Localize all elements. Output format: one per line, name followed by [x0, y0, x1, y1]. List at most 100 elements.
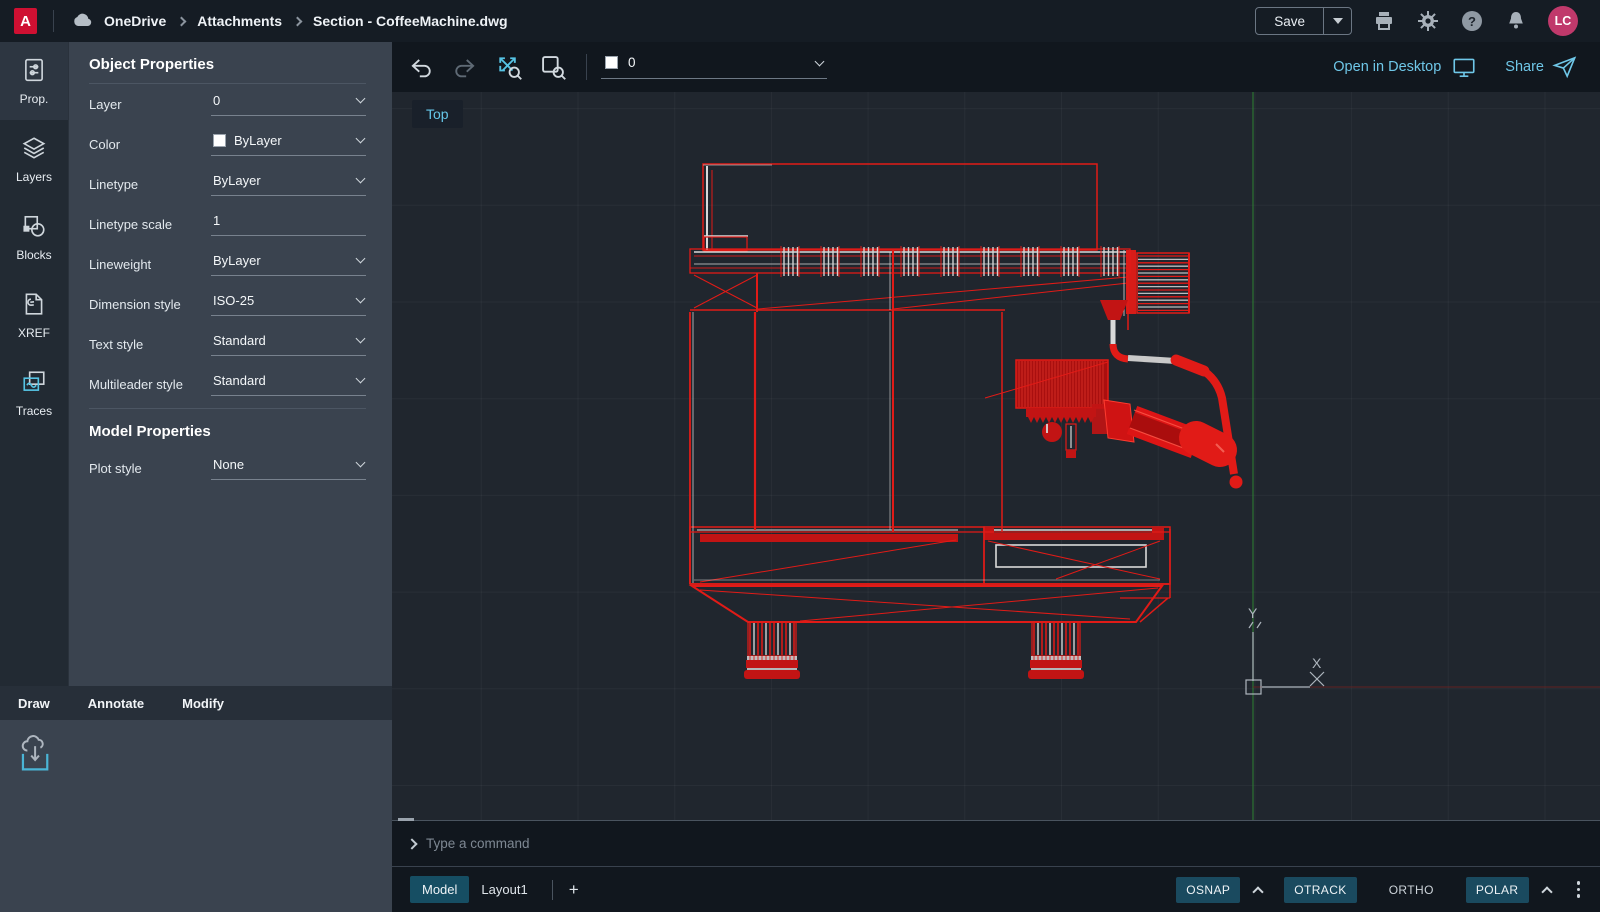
chevron-down-icon	[356, 334, 366, 344]
cad-drawing[interactable]: YX	[392, 92, 1600, 820]
drawing-viewport[interactable]: Top YX	[392, 92, 1600, 820]
toggle-ortho[interactable]: ORTHO	[1379, 877, 1444, 903]
property-label: Linetype	[89, 177, 211, 192]
open-in-desktop-label: Open in Desktop	[1333, 59, 1441, 75]
layer-select[interactable]: 0	[211, 93, 366, 116]
command-input[interactable]	[426, 836, 1126, 851]
sidebar-item-layers[interactable]: Layers	[0, 120, 68, 198]
property-label: Plot style	[89, 461, 211, 476]
status-toggles: OSNAP OTRACK ORTHO POLAR	[1176, 877, 1586, 903]
blocks-icon	[21, 213, 47, 242]
save-caret-icon	[1333, 18, 1343, 24]
property-row-layer: Layer 0	[89, 84, 366, 124]
main-area: 0 Open in Desktop Share Top YX Model Lay…	[392, 42, 1600, 912]
breadcrumb-item-onedrive[interactable]: OneDrive	[104, 13, 166, 29]
settings-gear-icon[interactable]	[1416, 9, 1440, 33]
lineweight-select[interactable]: ByLayer	[211, 253, 366, 276]
help-icon[interactable]: ?	[1460, 9, 1484, 33]
autocad-logo[interactable]: A	[14, 8, 37, 34]
view-cube-label[interactable]: Top	[412, 100, 463, 128]
toggle-otrack[interactable]: OTRACK	[1284, 877, 1356, 903]
print-icon[interactable]	[1372, 9, 1396, 33]
property-row-lineweight: Lineweight ByLayer	[89, 244, 366, 284]
object-properties-title: Object Properties	[89, 56, 366, 73]
tab-annotate[interactable]: Annotate	[88, 696, 144, 711]
zoom-extents-icon[interactable]	[494, 52, 524, 82]
insert-cloud-icon	[14, 734, 54, 776]
chevron-down-icon	[356, 94, 366, 104]
linetype-scale-input[interactable]: 1	[211, 213, 366, 236]
property-row-color: Color ByLayer	[89, 124, 366, 164]
property-value: ByLayer	[213, 173, 261, 188]
ucs-y-label: Y	[1248, 605, 1258, 621]
traces-icon	[21, 369, 47, 398]
zoom-window-icon[interactable]	[538, 52, 568, 82]
sidebar-item-xref[interactable]: XREF	[0, 276, 68, 354]
polar-flyout-chevron-up-icon[interactable]	[1541, 886, 1552, 897]
toolbar-divider	[586, 54, 587, 80]
save-options-button[interactable]	[1323, 8, 1351, 34]
text-style-select[interactable]: Standard	[211, 333, 366, 356]
app-header: A OneDrive Attachments Section - CoffeeM…	[0, 0, 1600, 42]
color-select[interactable]: ByLayer	[211, 133, 366, 156]
property-row-linetype: Linetype ByLayer	[89, 164, 366, 204]
linetype-select[interactable]: ByLayer	[211, 173, 366, 196]
header-divider	[53, 10, 54, 32]
property-label: Layer	[89, 97, 211, 112]
sidebar-item-traces[interactable]: Traces	[0, 354, 68, 432]
command-prompt-icon	[406, 838, 417, 849]
properties-panel: Object Properties Layer 0 Color ByLayer …	[68, 42, 392, 686]
current-layer-select[interactable]: 0	[601, 55, 827, 79]
dimension-style-select[interactable]: ISO-25	[211, 293, 366, 316]
breadcrumb-separator-icon	[177, 16, 187, 26]
sidebar-item-blocks[interactable]: Blocks	[0, 198, 68, 276]
color-swatch	[213, 134, 226, 147]
status-bar: Model Layout1 + OSNAP OTRACK ORTHO POLAR	[392, 866, 1600, 912]
chevron-down-icon	[356, 134, 366, 144]
insert-from-cloud-button[interactable]	[14, 734, 54, 776]
share-plane-icon	[1552, 54, 1578, 80]
undo-icon[interactable]	[406, 52, 436, 82]
sidebar-item-label: Blocks	[16, 248, 51, 262]
osnap-flyout-chevron-up-icon[interactable]	[1253, 886, 1264, 897]
chevron-down-icon	[356, 254, 366, 264]
toggle-osnap[interactable]: OSNAP	[1176, 877, 1240, 903]
redo-icon[interactable]	[450, 52, 480, 82]
panel-resize-handle[interactable]	[398, 818, 414, 821]
plot-style-select[interactable]: None	[211, 457, 366, 480]
chevron-down-icon	[356, 374, 366, 384]
layers-icon	[21, 135, 47, 164]
overflow-menu-icon[interactable]	[1571, 877, 1587, 902]
add-layout-button[interactable]: +	[565, 880, 583, 900]
sidebar-item-label: Layers	[16, 170, 52, 184]
sidebar-item-properties[interactable]: Prop.	[0, 42, 68, 120]
tool-rail: Prop. Layers Blocks XREF Traces	[0, 42, 68, 686]
layer-swatch	[605, 56, 618, 69]
property-row-linetype-scale: Linetype scale 1	[89, 204, 366, 244]
tab-layout1[interactable]: Layout1	[469, 876, 539, 903]
current-layer-value: 0	[628, 55, 636, 70]
notifications-bell-icon[interactable]	[1504, 9, 1528, 33]
tool-palette	[0, 720, 392, 912]
ribbon-tab-bar: Draw Annotate Modify	[0, 686, 392, 720]
property-row-plot-style: Plot style None	[89, 448, 366, 488]
tab-model[interactable]: Model	[410, 876, 469, 903]
monitor-icon	[1451, 54, 1477, 80]
toggle-polar[interactable]: POLAR	[1466, 877, 1529, 903]
property-row-text-style: Text style Standard	[89, 324, 366, 364]
share-label: Share	[1505, 59, 1544, 75]
breadcrumb-item-attachments[interactable]: Attachments	[197, 13, 282, 29]
breadcrumb-item-filename: Section - CoffeeMachine.dwg	[313, 13, 507, 29]
open-in-desktop-button[interactable]: Open in Desktop	[1333, 54, 1477, 80]
tab-modify[interactable]: Modify	[182, 696, 224, 711]
avatar[interactable]: LC	[1548, 6, 1578, 36]
save-button[interactable]: Save	[1256, 8, 1323, 34]
ucs-x-label: X	[1312, 655, 1322, 671]
multileader-style-select[interactable]: Standard	[211, 373, 366, 396]
model-properties-title: Model Properties	[89, 423, 366, 440]
property-value: None	[213, 457, 244, 472]
share-button[interactable]: Share	[1505, 54, 1578, 80]
property-value: ISO-25	[213, 293, 254, 308]
property-label: Lineweight	[89, 257, 211, 272]
tab-draw[interactable]: Draw	[18, 696, 50, 711]
